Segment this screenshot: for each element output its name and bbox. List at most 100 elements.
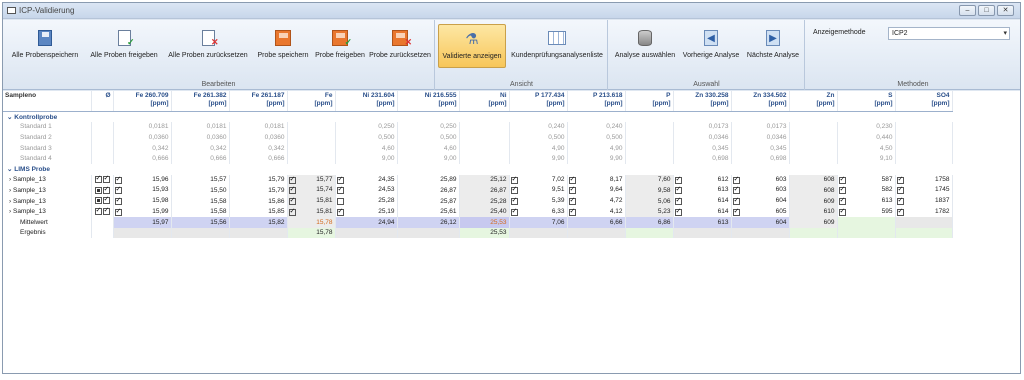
cell-value[interactable]: 25,40 (459, 206, 510, 217)
cell-value[interactable]: 0,0181 (229, 121, 288, 133)
cell-value[interactable]: 15,81 (287, 206, 336, 217)
cell-value[interactable] (91, 142, 114, 154)
value-checkbox[interactable] (732, 185, 740, 195)
cell-value[interactable]: 15,81 (287, 195, 336, 207)
cell-value[interactable] (91, 185, 114, 196)
column-header[interactable]: SO4 [ppm] (895, 91, 953, 112)
cell-value[interactable]: 605 (731, 206, 790, 217)
cell-value[interactable]: 25,28 (459, 195, 510, 207)
cell-value[interactable]: 0,500 (397, 132, 460, 143)
show-validated-button[interactable]: ⚗ Validierte anzeigen (438, 24, 506, 68)
column-header[interactable]: Zn [ppm] (789, 91, 838, 112)
cell-value[interactable]: 24,94 (335, 216, 398, 228)
cell-value[interactable] (895, 227, 953, 239)
cell-value[interactable] (789, 142, 838, 154)
cell-value[interactable]: 608 (789, 174, 838, 186)
reset-sample-button[interactable]: ✕ Probe zurücksetzen (369, 24, 431, 68)
sample-name[interactable]: › Sample_13 (3, 174, 92, 186)
value-checkbox[interactable] (102, 196, 110, 205)
cell-value[interactable]: 0,666 (229, 153, 288, 164)
cell-value[interactable]: 15,78 (287, 216, 336, 228)
cell-value[interactable]: 0,0360 (171, 132, 230, 143)
cell-value[interactable]: 0,698 (731, 153, 790, 164)
cell-value[interactable]: 613 (673, 185, 732, 196)
column-header[interactable]: Fe [ppm] (287, 91, 336, 112)
cell-value[interactable]: 608 (789, 185, 838, 196)
standard-row[interactable]: Standard 1 0,0181 0,0181 0,0181 0,250 0,250 0,… (3, 121, 953, 133)
cell-value[interactable]: 0,250 (397, 121, 460, 133)
cell-value[interactable]: 609 (789, 195, 838, 207)
cell-value[interactable]: 614 (673, 206, 732, 217)
column-header[interactable]: S [ppm] (837, 91, 896, 112)
cell-value[interactable] (335, 227, 398, 239)
cell-value[interactable] (567, 227, 626, 239)
cell-value[interactable]: 8,17 (567, 174, 626, 186)
cell-value[interactable]: 614 (673, 195, 732, 207)
cell-value[interactable] (895, 132, 953, 143)
cell-value[interactable] (91, 132, 114, 143)
cell-value[interactable] (459, 153, 510, 164)
value-checkbox[interactable] (510, 196, 518, 206)
cell-value[interactable] (459, 142, 510, 154)
cell-value[interactable]: 4,60 (397, 142, 460, 154)
cell-value[interactable]: 7,60 (625, 174, 674, 186)
cell-value[interactable]: 0,666 (113, 153, 172, 164)
previous-analysis-button[interactable]: ◀ Vorherige Analyse (680, 24, 742, 68)
close-button[interactable]: ✕ (997, 5, 1014, 16)
cell-value[interactable] (789, 153, 838, 164)
cell-value[interactable]: 5,23 (625, 206, 674, 217)
cell-value[interactable] (91, 206, 114, 217)
cell-value[interactable]: 0,500 (509, 132, 568, 143)
cell-value[interactable]: 15,74 (287, 185, 336, 196)
cell-value[interactable] (731, 227, 790, 239)
cell-value[interactable]: 0,500 (335, 132, 398, 143)
minimize-button[interactable]: – (959, 5, 976, 16)
cell-value[interactable]: 25,89 (397, 174, 460, 186)
cell-value[interactable] (91, 153, 114, 164)
cell-value[interactable]: 25,61 (397, 206, 460, 217)
cell-value[interactable] (229, 227, 288, 239)
value-checkbox[interactable] (732, 175, 740, 184)
value-checkbox[interactable] (838, 207, 846, 216)
cell-value[interactable]: 15,98 (113, 195, 172, 207)
cell-value[interactable]: 1837 (895, 195, 953, 207)
cell-value[interactable]: 604 (731, 216, 790, 228)
cell-value[interactable]: 9,00 (397, 153, 460, 164)
cell-value[interactable]: 0,0181 (113, 121, 172, 133)
value-checkbox[interactable] (288, 207, 296, 216)
cell-value[interactable]: 25,19 (335, 206, 398, 217)
result-row[interactable]: Ergebnis 15,78 25,53 (3, 227, 953, 239)
sample-row[interactable]: › Sample_13 15,96 15,57 15,79 15,77 24,35 25,8… (3, 174, 953, 186)
value-checkbox[interactable] (288, 185, 296, 195)
cell-value[interactable]: 0,0173 (731, 121, 790, 133)
cell-value[interactable]: 603 (731, 174, 790, 186)
cell-value[interactable]: 15,96 (113, 174, 172, 186)
cell-value[interactable] (837, 227, 896, 239)
value-checkbox[interactable] (896, 196, 904, 206)
cell-value[interactable] (91, 121, 114, 133)
row-checkbox[interactable] (94, 186, 102, 194)
cell-value[interactable]: 7,02 (509, 174, 568, 186)
save-sample-button[interactable]: Probe speichern (255, 24, 311, 68)
cell-value[interactable]: 6,66 (567, 216, 626, 228)
cell-value[interactable]: 0,0346 (731, 132, 790, 143)
cell-value[interactable]: 26,87 (397, 185, 460, 196)
column-header[interactable]: Fe 261.382 [ppm] (171, 91, 230, 112)
standard-row[interactable]: Standard 4 0,666 0,666 0,666 9,00 9,00 9,90 9,9… (3, 153, 953, 164)
value-checkbox[interactable] (896, 207, 904, 216)
value-checkbox[interactable] (674, 196, 682, 206)
cell-value[interactable]: 26,87 (459, 185, 510, 196)
value-checkbox[interactable] (114, 207, 122, 216)
cell-value[interactable]: 0,342 (113, 142, 172, 154)
cell-value[interactable] (91, 216, 114, 228)
cell-value[interactable]: 9,90 (567, 153, 626, 164)
cell-value[interactable]: 0,240 (567, 121, 626, 133)
cell-value[interactable]: 7,06 (509, 216, 568, 228)
cell-value[interactable]: 9,00 (335, 153, 398, 164)
cell-value[interactable]: 0,345 (673, 142, 732, 154)
value-checkbox[interactable] (838, 175, 846, 184)
value-checkbox[interactable] (568, 175, 576, 184)
cell-value[interactable] (459, 121, 510, 133)
column-header[interactable]: Zn 334.502 [ppm] (731, 91, 790, 112)
value-checkbox[interactable] (568, 185, 576, 195)
